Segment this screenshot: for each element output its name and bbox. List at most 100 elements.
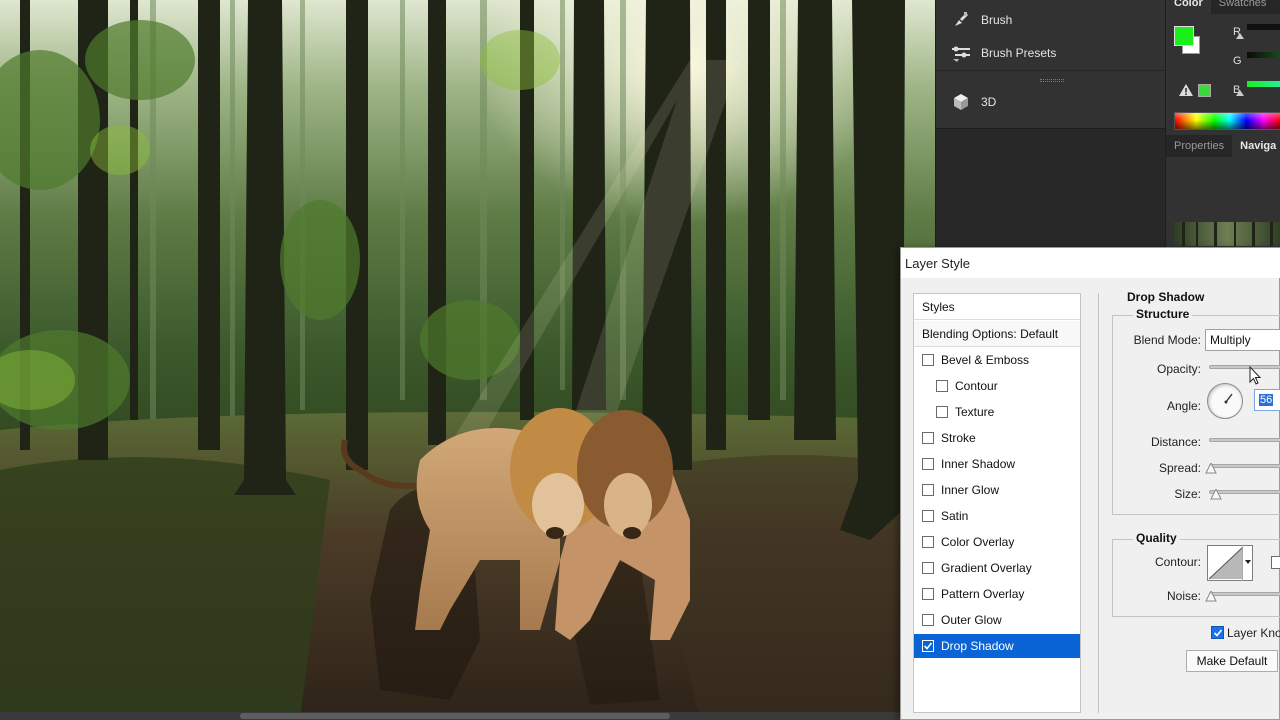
contour-dropdown-arrow[interactable]: [1242, 545, 1252, 581]
navigator-panel-tabbar: Properties Naviga: [1166, 135, 1280, 157]
style-item-texture[interactable]: Texture: [914, 400, 1080, 424]
style-checkbox[interactable]: [922, 562, 934, 574]
checkmark-icon: [1213, 628, 1222, 637]
document-canvas[interactable]: [0, 0, 935, 720]
style-checkbox[interactable]: [922, 354, 934, 366]
section-title: Drop Shadow: [1124, 290, 1208, 304]
style-item-outer-glow[interactable]: Outer Glow: [914, 608, 1080, 632]
style-checkbox[interactable]: [922, 614, 934, 626]
tab-swatches[interactable]: Swatches: [1211, 0, 1275, 14]
style-checkbox[interactable]: [922, 588, 934, 600]
noise-label: Noise:: [1166, 589, 1201, 603]
style-checkbox[interactable]: [936, 406, 948, 418]
style-item-label: Outer Glow: [941, 613, 1002, 627]
style-item-label: Gradient Overlay: [941, 561, 1032, 575]
style-item-color-overlay[interactable]: Color Overlay: [914, 530, 1080, 554]
style-item-bevel-emboss[interactable]: Bevel & Emboss: [914, 348, 1080, 372]
channel-knob-r[interactable]: [1236, 33, 1244, 39]
style-checkbox[interactable]: [922, 510, 934, 522]
3d-cube-icon: [949, 92, 973, 112]
style-checkbox[interactable]: [922, 432, 934, 444]
angle-dial[interactable]: [1207, 383, 1243, 419]
scrollbar-thumb[interactable]: [240, 713, 670, 719]
checkmark-icon: [923, 642, 933, 650]
style-checkbox[interactable]: [936, 380, 948, 392]
size-slider-thumb[interactable]: [1210, 489, 1222, 500]
angle-input[interactable]: 56: [1254, 389, 1280, 411]
style-item-drop-shadow[interactable]: Drop Shadow: [914, 634, 1080, 658]
style-item-gradient-overlay[interactable]: Gradient Overlay: [914, 556, 1080, 580]
angle-label: Angle:: [1166, 399, 1201, 413]
layer-knocks-out-label: Layer Kno: [1227, 626, 1280, 640]
style-item-satin[interactable]: Satin: [914, 504, 1080, 528]
style-item-stroke[interactable]: Stroke: [914, 426, 1080, 450]
mouse-cursor-icon: [1249, 366, 1262, 385]
structure-title: Structure: [1133, 307, 1193, 321]
tab-navigator[interactable]: Naviga: [1232, 135, 1280, 157]
tab-properties[interactable]: Properties: [1166, 135, 1232, 157]
drop-shadow-settings: Drop Shadow Structure Blend Mode: Multip…: [1098, 290, 1280, 713]
style-item-label: Texture: [955, 405, 995, 419]
make-default-button[interactable]: Make Default: [1186, 650, 1278, 672]
quality-title: Quality: [1133, 531, 1180, 545]
style-item-label: Color Overlay: [941, 535, 1015, 549]
style-checkbox-checked[interactable]: [922, 640, 934, 652]
spread-slider[interactable]: [1209, 464, 1280, 468]
style-item-inner-shadow[interactable]: Inner Shadow: [914, 452, 1080, 476]
style-item-label: Bevel & Emboss: [941, 353, 1030, 367]
spread-slider-thumb[interactable]: [1205, 463, 1217, 474]
style-checkbox[interactable]: [922, 484, 934, 496]
color-panel-tabbar: Color Swatches: [1166, 0, 1280, 14]
opacity-label: Opacity:: [1156, 362, 1201, 376]
opacity-slider[interactable]: [1209, 365, 1280, 369]
contour-picker[interactable]: [1207, 545, 1253, 581]
chevron-down-icon: [1245, 560, 1251, 564]
noise-slider[interactable]: [1209, 592, 1280, 596]
style-item-label: Drop Shadow: [941, 639, 1014, 653]
contour-label: Contour:: [1154, 555, 1201, 569]
anti-aliased-checkbox[interactable]: [1271, 556, 1280, 569]
distance-label: Distance:: [1150, 435, 1201, 449]
panel-item-brush-presets[interactable]: Brush Presets: [936, 38, 1166, 68]
noise-slider-thumb[interactable]: [1205, 591, 1217, 602]
panel-drag-grip[interactable]: [1040, 79, 1064, 82]
brush-icon: [949, 10, 973, 30]
channel-slider-r[interactable]: [1247, 24, 1280, 30]
style-checkbox[interactable]: [922, 536, 934, 548]
brush-presets-icon: [949, 43, 973, 63]
styles-header[interactable]: Styles: [914, 294, 1080, 320]
foreground-color-swatch[interactable]: [1174, 26, 1194, 46]
channel-label-g: G: [1233, 55, 1242, 67]
channel-slider-g[interactable]: [1247, 52, 1280, 58]
blend-mode-select[interactable]: Multiply: [1205, 329, 1280, 351]
dialog-title-bar[interactable]: Layer Style: [901, 248, 1280, 278]
layer-style-dialog: Layer Style Styles Blending Options: Def…: [900, 247, 1280, 720]
tab-color[interactable]: Color: [1166, 0, 1211, 14]
style-item-pattern-overlay[interactable]: Pattern Overlay: [914, 582, 1080, 606]
style-item-contour[interactable]: Contour: [914, 374, 1080, 398]
style-checkbox[interactable]: [922, 458, 934, 470]
channel-knob-b[interactable]: [1236, 90, 1244, 96]
distance-slider[interactable]: [1209, 438, 1280, 442]
styles-list: Styles Blending Options: Default Bevel &…: [913, 293, 1081, 713]
style-item-label: Inner Glow: [941, 483, 1000, 497]
panel-item-3d[interactable]: 3D: [936, 87, 1166, 117]
contour-curve-icon: [1208, 546, 1244, 580]
dialog-title: Layer Style: [905, 255, 971, 271]
gamut-color-swatch[interactable]: [1198, 84, 1211, 97]
channel-slider-b[interactable]: [1247, 81, 1280, 87]
style-item-inner-glow[interactable]: Inner Glow: [914, 478, 1080, 502]
navigator-thumbnail[interactable]: [1174, 222, 1280, 246]
panel-item-brush[interactable]: Brush: [936, 5, 1166, 35]
style-item-label: Stroke: [941, 431, 976, 445]
style-item-label: Inner Shadow: [941, 457, 1016, 471]
panel-item-label: 3D: [981, 95, 997, 109]
color-spectrum-ramp[interactable]: [1174, 112, 1280, 130]
blending-options-item[interactable]: Blending Options: Default: [914, 321, 1080, 347]
style-item-label: Contour: [955, 379, 998, 393]
layer-knocks-out-checkbox[interactable]: [1211, 626, 1224, 639]
panel-item-label: Brush Presets: [981, 46, 1057, 60]
style-item-label: Satin: [941, 509, 969, 523]
gamut-warning-icon[interactable]: [1179, 84, 1193, 96]
style-item-label: Pattern Overlay: [941, 587, 1025, 601]
